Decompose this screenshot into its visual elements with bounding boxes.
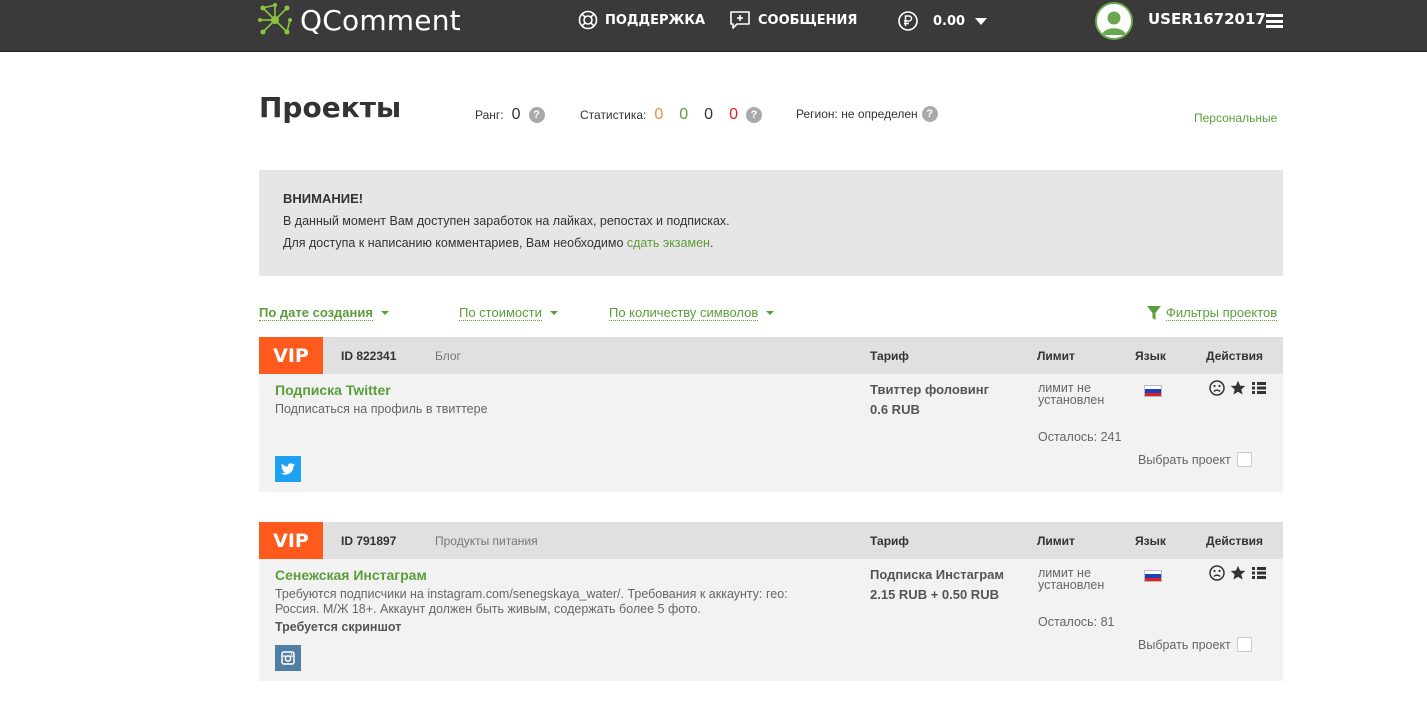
sort-by-date[interactable]: По дате создания [259,305,389,321]
project-title[interactable]: Подписка Twitter [275,382,391,398]
russia-flag-icon [1144,570,1162,582]
menu-icon[interactable] [1266,14,1283,28]
filter-icon [1147,306,1161,320]
project-card: VIP ID 822341 Блог Тариф Лимит Язык Дейс… [259,337,1283,492]
tariff-price: 2.15 RUB + 0.50 RUB [870,587,999,602]
instagram-icon [275,645,301,671]
notice-title: ВНИМАНИЕ! [283,191,364,206]
sort-by-symbols[interactable]: По количеству символов [609,305,775,321]
rank-value: 0 [511,106,521,123]
help-icon[interactable]: ? [528,107,545,123]
nav-support-label: ПОДДЕРЖКА [605,12,706,28]
limit-text: лимит не установлен [1038,381,1105,407]
column-tariff: Тариф [870,349,909,363]
sort-by-cost[interactable]: По стоимости [459,305,558,321]
region-info: Регион: не определен ? [796,106,938,122]
project-category: Продукты питания [435,534,538,548]
tariff-name: Твиттер фоловинг [870,382,990,397]
logo-network-icon [258,3,292,35]
column-limit: Лимит [1037,534,1075,548]
column-actions: Действия [1206,349,1264,363]
notice-box: ВНИМАНИЕ! В данный момент Вам доступен з… [259,170,1283,276]
list-icon[interactable] [1251,565,1267,581]
star-icon[interactable] [1230,565,1246,581]
page-title: Проекты [259,91,402,124]
column-limit: Лимит [1037,349,1075,363]
tariff-price: 0.6 RUB [870,402,920,417]
top-navbar: QComment ПОДДЕРЖКА СООБЩЕНИЯ 0.00 USER16… [0,0,1427,52]
vip-badge: VIP [259,337,323,374]
column-language: Язык [1135,349,1166,363]
select-project: Выбрать проект [1138,452,1252,467]
select-project-label: Выбрать проект [1138,637,1231,652]
caret-down-icon [549,311,558,315]
help-icon[interactable]: ? [921,106,938,122]
project-actions [1209,565,1272,581]
chevron-down-icon [975,17,988,25]
project-id: ID 791897 [341,534,397,548]
project-card-header: VIP ID 822341 Блог Тариф Лимит Язык Дейс… [259,337,1283,374]
project-id: ID 822341 [341,349,397,363]
username[interactable]: USER1672017 [1148,10,1266,28]
take-exam-link[interactable]: сдать экзамен [627,236,710,250]
stat-value: 0 [704,106,714,123]
column-language: Язык [1135,534,1166,548]
nav-messages-label: СООБЩЕНИЯ [758,12,858,28]
complain-icon[interactable] [1209,380,1225,396]
stat-value: 0 [729,106,738,123]
column-actions: Действия [1206,534,1264,548]
select-project-checkbox[interactable] [1236,452,1252,467]
avatar[interactable] [1095,2,1133,40]
project-description: Требуются подписчики на instagram.com/se… [275,587,788,616]
project-title[interactable]: Сенежская Инстаграм [275,567,427,583]
user-avatar-icon [1097,4,1131,38]
balance-dropdown[interactable]: 0.00 [897,10,988,32]
remaining-count: Осталось: 81 [1038,615,1115,629]
logo[interactable]: QComment [258,3,461,37]
project-filters[interactable]: Фильтры проектов [1147,305,1278,321]
rank-info: Ранг: 0 ? [475,106,545,124]
ruble-icon [898,11,918,31]
region-label: Регион: не определен [796,107,918,121]
logo-text: QComment [300,3,461,37]
stat-value: 0 [679,106,689,123]
column-tariff: Тариф [870,534,909,548]
complain-icon[interactable] [1209,565,1225,581]
project-category: Блог [435,349,461,363]
rank-label: Ранг: [475,108,504,122]
help-icon[interactable]: ? [745,107,762,123]
project-actions [1209,380,1272,396]
nav-messages[interactable]: СООБЩЕНИЯ [729,10,857,30]
personal-projects-link[interactable]: Персональные [1194,111,1277,125]
tariff-name: Подписка Инстаграм [870,567,1005,582]
stats-label: Статистика: [580,108,647,122]
project-card-body: Подписка Twitter Подписаться на профиль … [259,374,1283,492]
stat-value: 0 [654,106,664,123]
remaining-count: Осталось: 241 [1038,430,1122,444]
select-project-label: Выбрать проект [1138,452,1231,467]
select-project-checkbox[interactable] [1236,637,1252,652]
nav-support[interactable]: ПОДДЕРЖКА [578,10,705,30]
lifebuoy-icon [578,10,598,30]
caret-down-icon [766,311,775,315]
project-card-body: Сенежская Инстаграм Требуются подписчики… [259,559,1283,681]
caret-down-icon [380,311,389,315]
project-card-header: VIP ID 791897 Продукты питания Тариф Лим… [259,522,1283,559]
statistics-info: Статистика: 0 0 0 0 ? [580,106,762,124]
notice-line: Для доступа к написанию комментариев, Ва… [283,236,714,250]
notice-line: В данный момент Вам доступен заработок н… [283,214,730,228]
star-icon[interactable] [1230,380,1246,396]
balance-value: 0.00 [933,13,966,29]
twitter-icon [275,456,301,482]
screenshot-required: Требуется скриншот [275,620,402,634]
list-icon[interactable] [1251,380,1267,396]
russia-flag-icon [1144,385,1162,397]
project-description: Подписаться на профиль в твиттере [275,402,488,416]
select-project: Выбрать проект [1138,637,1252,652]
message-plus-icon [730,11,750,29]
project-card: VIP ID 791897 Продукты питания Тариф Лим… [259,522,1283,681]
vip-badge: VIP [259,522,323,559]
limit-text: лимит не установлен [1038,566,1105,592]
